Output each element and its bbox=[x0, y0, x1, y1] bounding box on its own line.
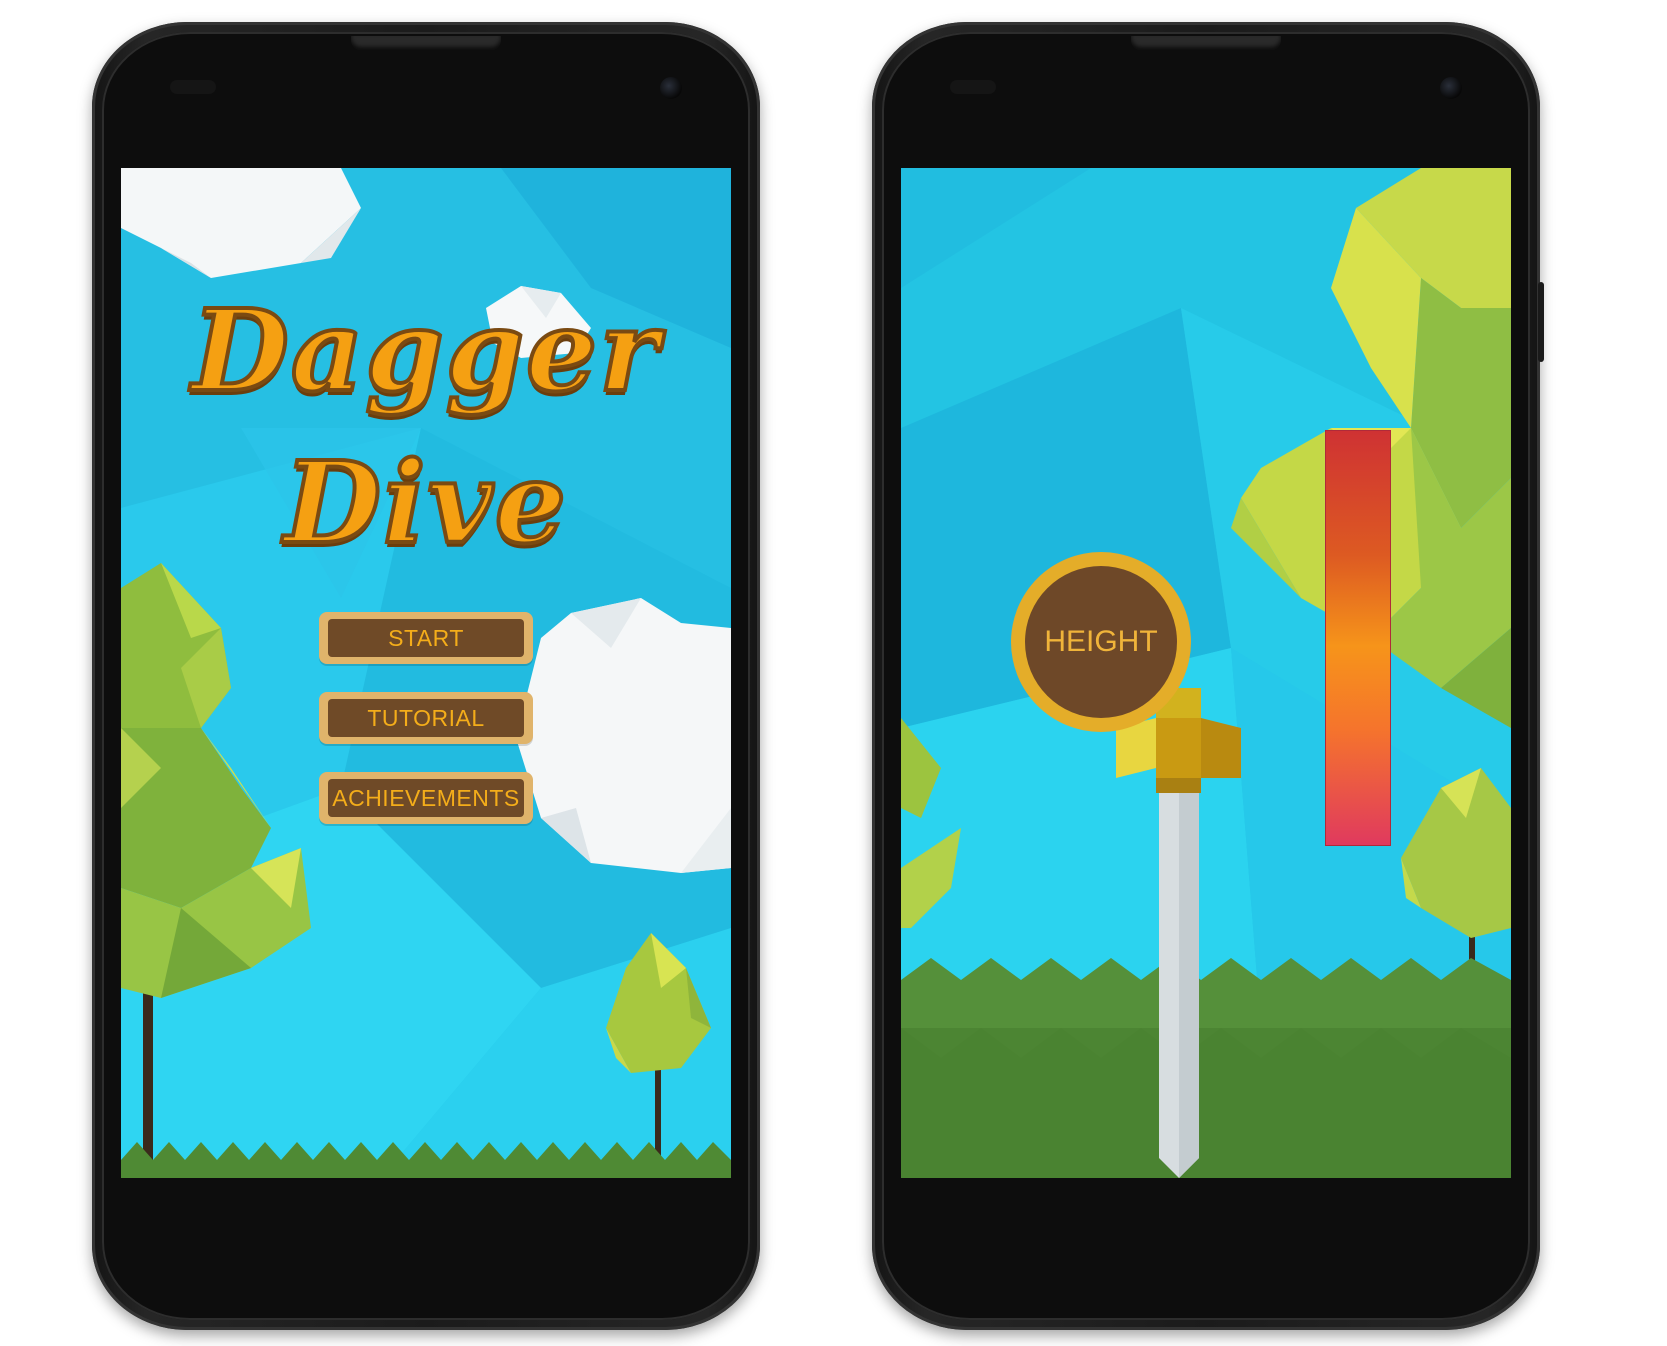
sensor bbox=[170, 80, 216, 94]
sensor bbox=[950, 80, 996, 94]
achievements-button[interactable]: ACHIEVEMENTS bbox=[319, 772, 533, 824]
front-camera bbox=[660, 77, 682, 99]
gameplay-screen: HEIGHT bbox=[901, 168, 1511, 1178]
height-label: HEIGHT bbox=[1025, 566, 1177, 718]
phone-gameplay: HEIGHT bbox=[872, 22, 1544, 1330]
start-button-label: START bbox=[328, 619, 524, 657]
phone-menu: Dagger Dive START TUTORIAL ACHIEVEMENTS bbox=[92, 22, 760, 1330]
earpiece bbox=[351, 36, 501, 50]
tutorial-button[interactable]: TUTORIAL bbox=[319, 692, 533, 744]
game-title-line1: Dagger bbox=[190, 284, 661, 419]
start-button[interactable]: START bbox=[319, 612, 533, 664]
power-meter bbox=[1325, 430, 1391, 846]
gameplay-background bbox=[901, 168, 1511, 1178]
front-camera bbox=[1440, 77, 1462, 99]
menu-screen: Dagger Dive START TUTORIAL ACHIEVEMENTS bbox=[121, 168, 731, 1178]
tutorial-button-label: TUTORIAL bbox=[328, 699, 524, 737]
grass-spikes-icon bbox=[901, 958, 1511, 1178]
volume-button bbox=[1538, 282, 1544, 362]
height-button[interactable]: HEIGHT bbox=[1011, 552, 1191, 732]
achievements-button-label: ACHIEVEMENTS bbox=[328, 779, 524, 817]
game-title-line2: Dive bbox=[282, 436, 568, 571]
earpiece bbox=[1131, 36, 1281, 50]
